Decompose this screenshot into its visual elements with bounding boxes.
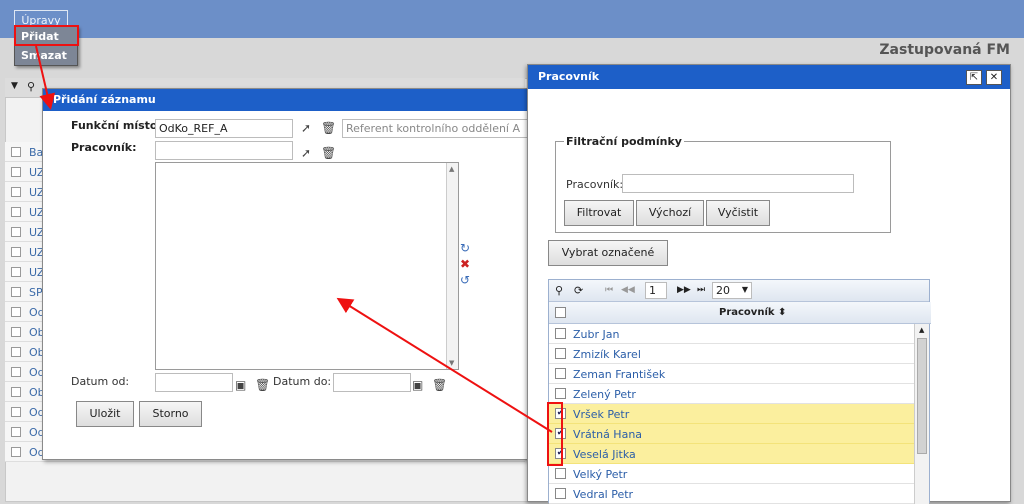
annotation-arrow-selection xyxy=(336,297,553,433)
annotation-arrow-menu xyxy=(35,45,56,110)
annotation-checkbox-highlight xyxy=(547,402,563,466)
annotation-arrows xyxy=(35,45,563,466)
